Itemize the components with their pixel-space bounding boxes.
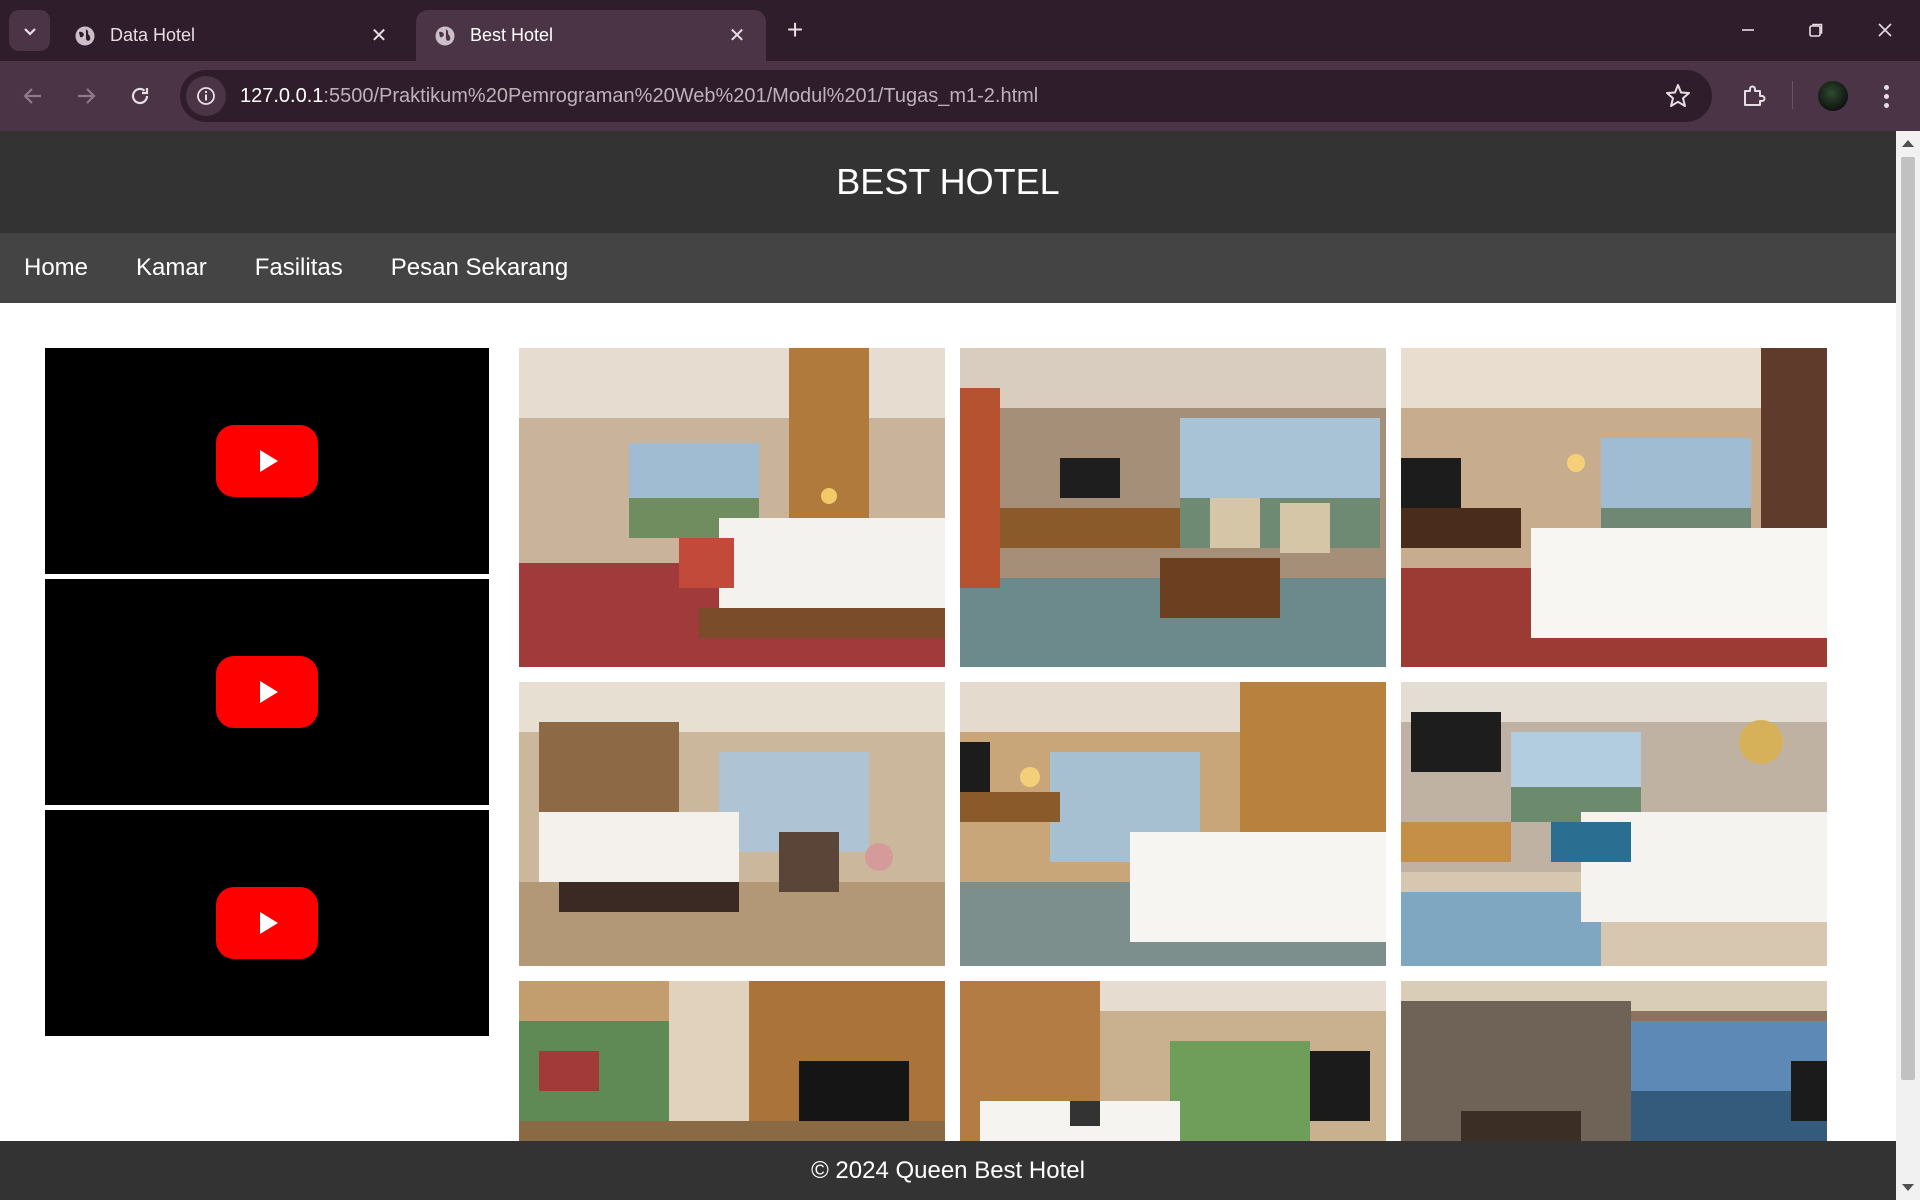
close-window-button[interactable]: [1855, 10, 1915, 50]
minimize-button[interactable]: [1718, 10, 1778, 50]
tab-strip: Data Hotel ✕ Best Hotel ✕ +: [0, 0, 1920, 61]
extensions-icon: [1744, 85, 1766, 106]
room-photo: [1401, 981, 1827, 1141]
close-icon: [1878, 23, 1892, 37]
back-icon: [23, 88, 41, 104]
browser-toolbar: 127.0.0.1:5500/Praktikum%20Pemrograman%2…: [0, 61, 1920, 131]
room-photo: [1401, 348, 1827, 667]
youtube-play-icon[interactable]: [216, 425, 318, 497]
site-footer: © 2024 Queen Best Hotel: [0, 1141, 1896, 1200]
nav-pesan-sekarang[interactable]: Pesan Sekarang: [391, 254, 568, 282]
web-page: BEST HOTEL Home Kamar Fasilitas Pesan Se…: [0, 131, 1896, 1200]
globe-icon: [75, 26, 95, 45]
room-photo: [519, 682, 945, 966]
tab-best-hotel[interactable]: Best Hotel ✕: [416, 10, 766, 61]
star-icon[interactable]: [1664, 82, 1692, 110]
youtube-play-icon[interactable]: [216, 656, 318, 728]
room-photo: [1401, 682, 1827, 966]
site-title: BEST HOTEL: [836, 161, 1060, 202]
video-embed[interactable]: [45, 810, 489, 1036]
address-bar[interactable]: 127.0.0.1:5500/Praktikum%20Pemrograman%2…: [180, 70, 1712, 122]
forward-icon: [78, 88, 96, 104]
tab-search-button[interactable]: [9, 10, 50, 51]
minimize-icon: [1742, 29, 1754, 31]
menu-button[interactable]: [1868, 78, 1904, 114]
chevron-down-icon: [23, 27, 36, 36]
url-text[interactable]: 127.0.0.1:5500/Praktikum%20Pemrograman%2…: [240, 85, 1038, 108]
video-embed[interactable]: [45, 579, 489, 805]
url-path: :5500/Praktikum%20Pemrograman%20Web%201/…: [323, 84, 1039, 107]
back-button[interactable]: [15, 78, 51, 114]
room-photo: [519, 348, 945, 667]
forward-button[interactable]: [68, 78, 104, 114]
tab-data-hotel[interactable]: Data Hotel ✕: [56, 10, 408, 61]
close-icon[interactable]: ✕: [368, 25, 390, 47]
page-scrollbar[interactable]: [1896, 131, 1920, 1200]
extensions-button[interactable]: [1735, 78, 1771, 114]
profile-button[interactable]: [1815, 78, 1851, 114]
menu-icon: [1883, 84, 1889, 108]
reload-button[interactable]: [122, 78, 158, 114]
room-photo: [960, 682, 1386, 966]
video-embed[interactable]: [45, 348, 489, 574]
site-nav: Home Kamar Fasilitas Pesan Sekarang: [0, 233, 1896, 303]
nav-fasilitas[interactable]: Fasilitas: [255, 254, 343, 282]
room-photo: [519, 981, 945, 1141]
scroll-down-arrow-icon[interactable]: [1902, 1184, 1914, 1191]
room-photo: [960, 348, 1386, 667]
nav-home[interactable]: Home: [24, 254, 88, 282]
tab-title: Data Hotel: [110, 25, 196, 45]
toolbar-divider: [1792, 81, 1793, 109]
tab-title: Best Hotel: [470, 25, 554, 45]
plus-icon[interactable]: +: [780, 16, 810, 46]
url-host: 127.0.0.1: [240, 84, 324, 107]
globe-icon: [435, 26, 455, 45]
nav-kamar[interactable]: Kamar: [136, 254, 207, 282]
restore-icon: [1809, 23, 1823, 37]
site-info-icon[interactable]: [186, 76, 226, 116]
scroll-up-arrow-icon[interactable]: [1902, 140, 1914, 147]
scroll-thumb[interactable]: [1901, 157, 1915, 1080]
profile-avatar: [1818, 81, 1848, 111]
youtube-play-icon[interactable]: [216, 887, 318, 959]
footer-copyright: © 2024 Queen Best Hotel: [811, 1156, 1085, 1184]
room-photo: [960, 981, 1386, 1141]
close-icon[interactable]: ✕: [726, 25, 748, 47]
restore-button[interactable]: [1786, 10, 1846, 50]
site-header: BEST HOTEL: [0, 131, 1896, 233]
reload-icon: [131, 87, 149, 105]
